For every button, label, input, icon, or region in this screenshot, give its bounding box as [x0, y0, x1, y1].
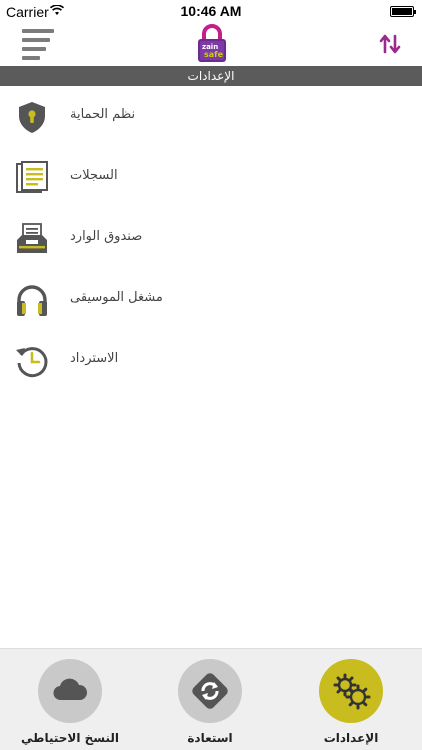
- menu-item-label: الاسترداد: [70, 351, 119, 366]
- tab-restore-circle: [178, 659, 242, 723]
- tab-backup-label: النسخ الاحتياطي: [21, 731, 119, 745]
- tab-restore[interactable]: استعادة: [150, 659, 270, 749]
- menu-item-logs[interactable]: السجلات: [0, 147, 422, 208]
- tab-restore-label: استعادة: [187, 731, 233, 745]
- headphones-icon: [17, 285, 47, 316]
- tab-settings-label: الإعدادات: [323, 731, 379, 745]
- hamburger-menu-button[interactable]: [22, 29, 56, 60]
- menu-item-restore[interactable]: الاسترداد: [0, 330, 422, 391]
- menu-line: [22, 56, 40, 60]
- battery-icon: [390, 6, 416, 17]
- tab-settings-circle: [319, 659, 383, 723]
- menu-line: [22, 29, 54, 33]
- status-bar: Carrier 10:46 AM: [0, 0, 422, 22]
- svg-text:safe: safe: [204, 50, 224, 59]
- nav-bar: zain safe: [0, 22, 422, 66]
- menu-item-label: السجلات: [70, 168, 118, 183]
- cloud-icon: [53, 678, 88, 701]
- menu-item-music-player[interactable]: مشغل الموسيقى: [0, 269, 422, 330]
- menu-item-label: نظم الحماية: [70, 107, 136, 122]
- menu-item-inbox[interactable]: صندوق الوارد: [0, 208, 422, 269]
- section-header: الإعدادات: [0, 66, 422, 86]
- menu-item-protection[interactable]: نظم الحماية: [0, 86, 422, 147]
- tab-backup[interactable]: النسخ الاحتياطي: [10, 659, 130, 749]
- sort-arrows-icon[interactable]: [378, 32, 402, 56]
- menu-line: [22, 38, 50, 42]
- gears-icon: [333, 673, 371, 710]
- settings-menu-list: نظم الحماية السجلات صندوق الوارد مشغل ال…: [0, 86, 422, 391]
- zain-safe-logo-icon: zain safe: [198, 24, 226, 62]
- tab-backup-circle: [38, 659, 102, 723]
- tab-settings[interactable]: الإعدادات: [291, 659, 411, 749]
- inbox-tray-icon: [17, 223, 47, 253]
- status-time: 10:46 AM: [180, 3, 242, 19]
- menu-item-label: صندوق الوارد: [70, 229, 143, 244]
- shield-lock-icon: [19, 102, 45, 133]
- documents-icon: [16, 161, 48, 193]
- history-clock-icon: [16, 347, 48, 378]
- menu-line: [22, 47, 46, 51]
- sync-icon: [192, 673, 228, 709]
- bottom-tab-bar: النسخ الاحتياطي استعادة الإعدادات: [0, 648, 422, 750]
- menu-item-label: مشغل الموسيقى: [70, 290, 163, 305]
